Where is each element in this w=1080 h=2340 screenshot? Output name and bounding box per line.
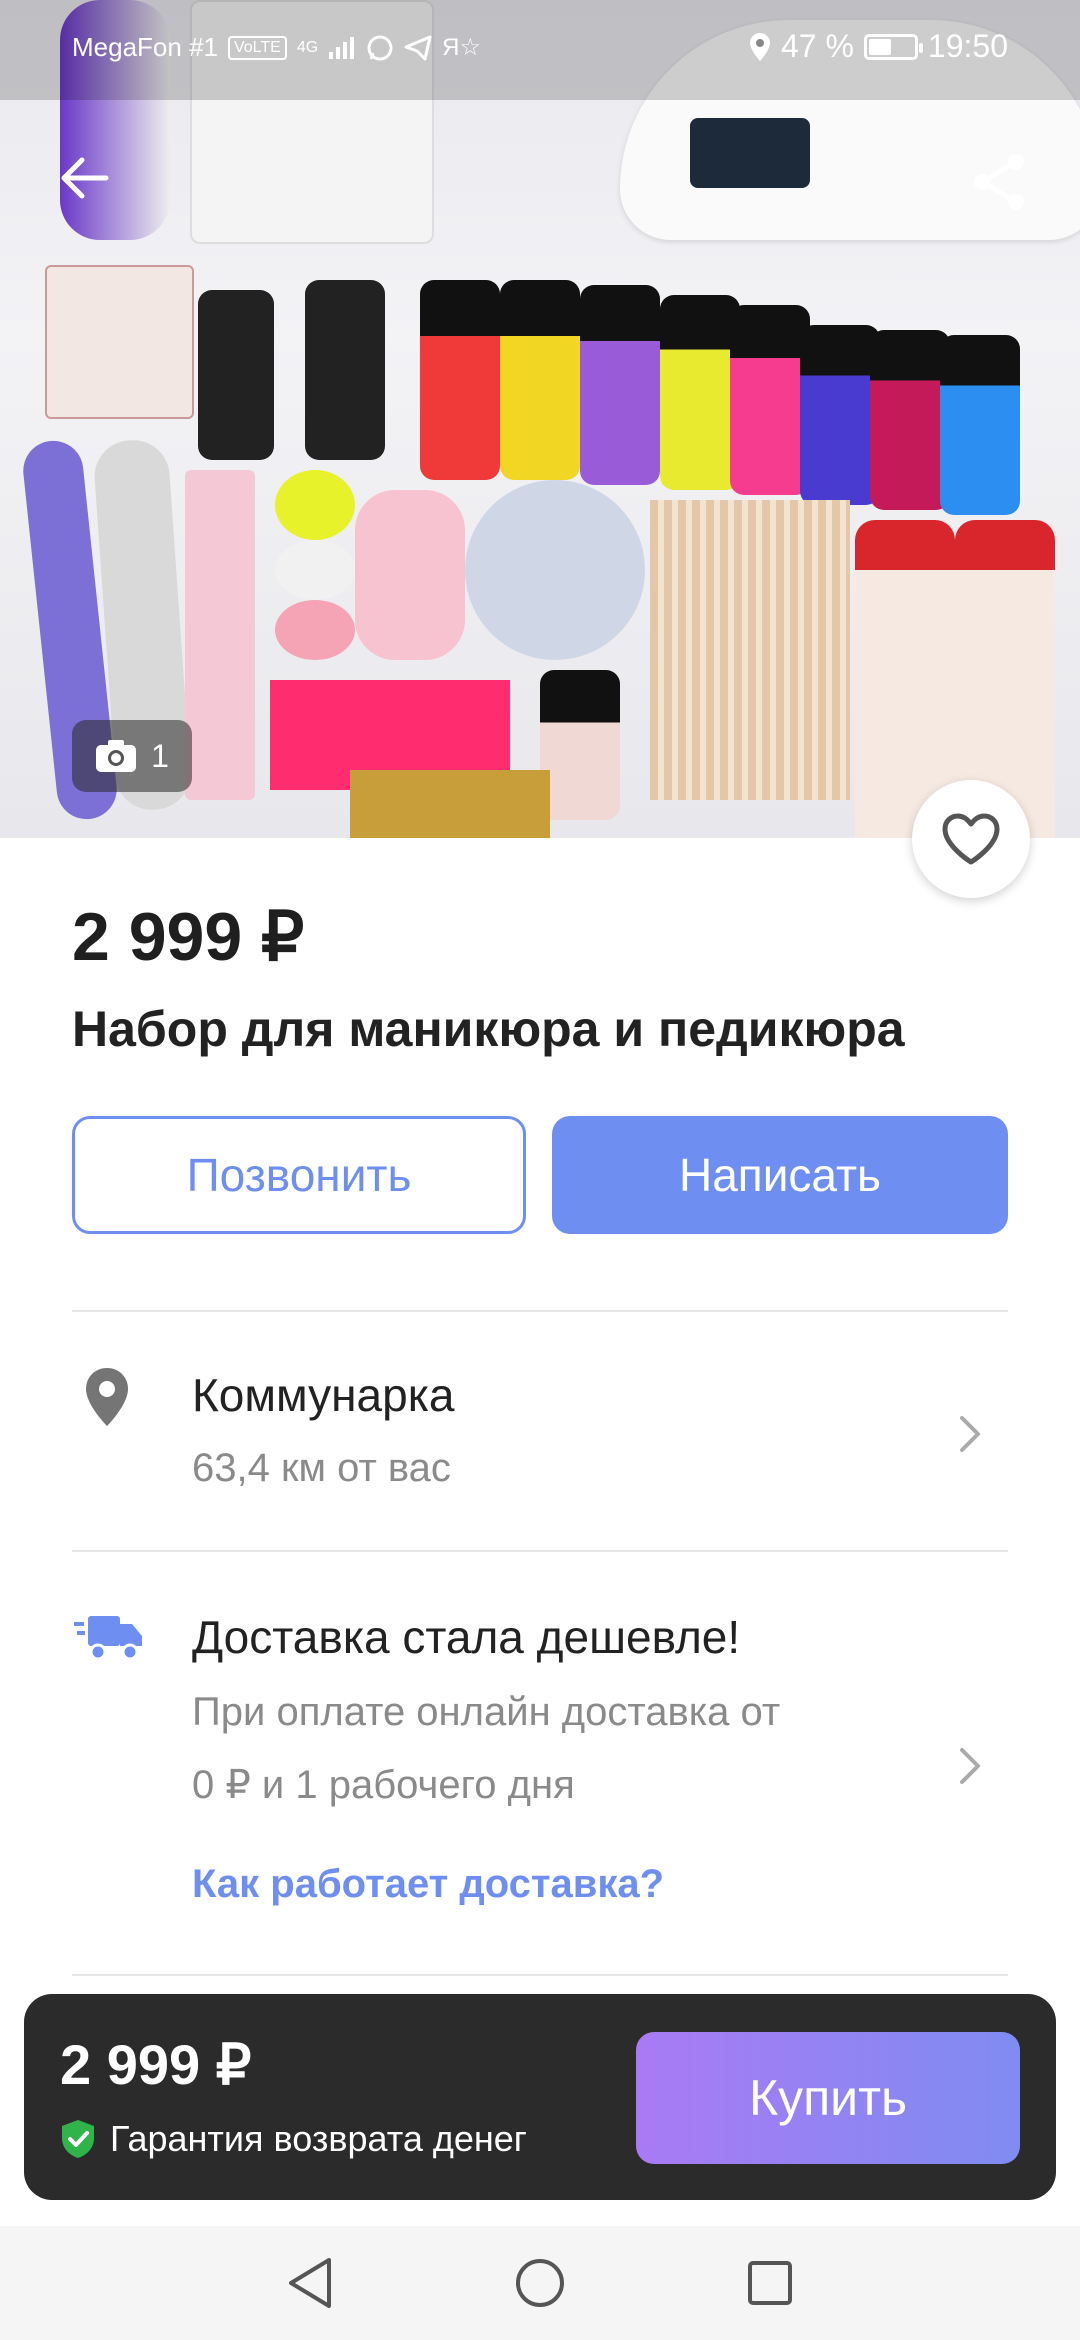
share-icon bbox=[974, 154, 1024, 210]
buy-bar-price: 2 999 ₽ bbox=[60, 2033, 252, 2096]
polish-bottle bbox=[870, 330, 950, 510]
orange-sticks bbox=[650, 500, 850, 800]
cuticle-oil bbox=[185, 470, 255, 800]
battery-percent: 47 % bbox=[780, 28, 854, 64]
network-type: 4G bbox=[296, 38, 319, 56]
location-row[interactable]: Коммунарка 63,4 км от вас bbox=[0, 1312, 1080, 1552]
bits-case bbox=[45, 265, 194, 419]
triangle-back-icon bbox=[289, 2258, 331, 2308]
location-pin-icon bbox=[86, 1368, 128, 1426]
photo-count-value: 1 bbox=[151, 737, 169, 774]
gold-foil bbox=[350, 770, 550, 838]
system-nav-bar bbox=[0, 2226, 1080, 2340]
lamp-display bbox=[690, 118, 810, 188]
buy-button[interactable]: Купить bbox=[636, 2032, 1020, 2164]
finger-separator bbox=[355, 490, 465, 660]
nav-home-button[interactable] bbox=[510, 2253, 570, 2313]
square-recents-icon bbox=[748, 2261, 792, 2305]
divider bbox=[72, 1974, 1008, 1976]
delivery-line-1: При оплате онлайн доставка от bbox=[192, 1690, 781, 1734]
glitter-jar bbox=[275, 600, 355, 660]
rhinestone-wheel bbox=[465, 480, 645, 660]
nav-back-button[interactable] bbox=[280, 2253, 340, 2313]
telegram-icon bbox=[404, 35, 432, 60]
yandex-icon: Я☆ bbox=[442, 34, 482, 61]
whatsapp-icon bbox=[367, 35, 393, 60]
camera-icon bbox=[96, 740, 137, 772]
chevron-right-icon bbox=[960, 1748, 980, 1784]
location-name: Коммунарка bbox=[192, 1369, 455, 1421]
carrier-name: MegaFon #1 bbox=[72, 32, 218, 62]
polish-bottle bbox=[660, 295, 740, 490]
clock: 19:50 bbox=[927, 28, 1008, 64]
circle-home-icon bbox=[516, 2259, 564, 2307]
truck-icon bbox=[74, 1616, 142, 1661]
glitter-jar bbox=[275, 540, 355, 600]
product-photo[interactable]: MegaFon #1 VoLTE 4G Я☆ 47 % 19:50 1 bbox=[0, 0, 1080, 838]
delivery-title: Доставка стала дешевле! bbox=[192, 1611, 741, 1663]
photo-counter: 1 bbox=[72, 720, 192, 792]
shield-check-icon bbox=[62, 2120, 94, 2158]
delivery-info-link[interactable]: Как работает доставка? bbox=[192, 1862, 664, 1907]
polish-bottle bbox=[420, 280, 500, 480]
money-back-guarantee[interactable]: Гарантия возврата денег bbox=[60, 2118, 527, 2160]
favorite-button[interactable] bbox=[912, 780, 1030, 898]
location-distance: 63,4 км от вас bbox=[192, 1446, 451, 1490]
polish-bottle bbox=[730, 305, 810, 495]
polish-bottle bbox=[580, 285, 660, 485]
share-button[interactable] bbox=[968, 150, 1040, 222]
signal-icon bbox=[329, 36, 355, 59]
battery-icon bbox=[863, 33, 923, 60]
volte-badge: VoLTE bbox=[227, 35, 287, 60]
listing-price: 2 999 ₽ bbox=[72, 899, 305, 975]
polish-bottle bbox=[198, 290, 274, 460]
guarantee-text: Гарантия возврата денег bbox=[110, 2118, 527, 2159]
delivery-line-2: 0 ₽ и 1 рабочего дня bbox=[192, 1763, 575, 1807]
delivery-row[interactable]: Доставка стала дешевле! При оплате онлай… bbox=[0, 1552, 1080, 1972]
polish-bottle bbox=[540, 670, 620, 820]
call-button[interactable]: Позвонить bbox=[72, 1116, 526, 1234]
listing-title: Набор для маникюра и педикюра bbox=[72, 1001, 905, 1057]
nav-recents-button[interactable] bbox=[740, 2253, 800, 2313]
glitter-jar bbox=[275, 470, 355, 540]
location-status-icon bbox=[749, 32, 770, 61]
buy-bar: 2 999 ₽ Гарантия возврата денег Купить bbox=[24, 1994, 1056, 2200]
polish-bottle bbox=[800, 325, 880, 505]
polish-bottle bbox=[940, 335, 1020, 515]
polish-bottle bbox=[500, 280, 580, 480]
arrow-left-icon bbox=[61, 157, 109, 199]
write-button[interactable]: Написать bbox=[552, 1116, 1008, 1234]
back-button[interactable] bbox=[48, 150, 120, 222]
status-bar: MegaFon #1 VoLTE 4G Я☆ 47 % 19:50 bbox=[0, 0, 1080, 100]
polish-bottle bbox=[305, 280, 385, 460]
chevron-right-icon bbox=[960, 1416, 980, 1452]
heart-icon bbox=[942, 813, 1000, 865]
